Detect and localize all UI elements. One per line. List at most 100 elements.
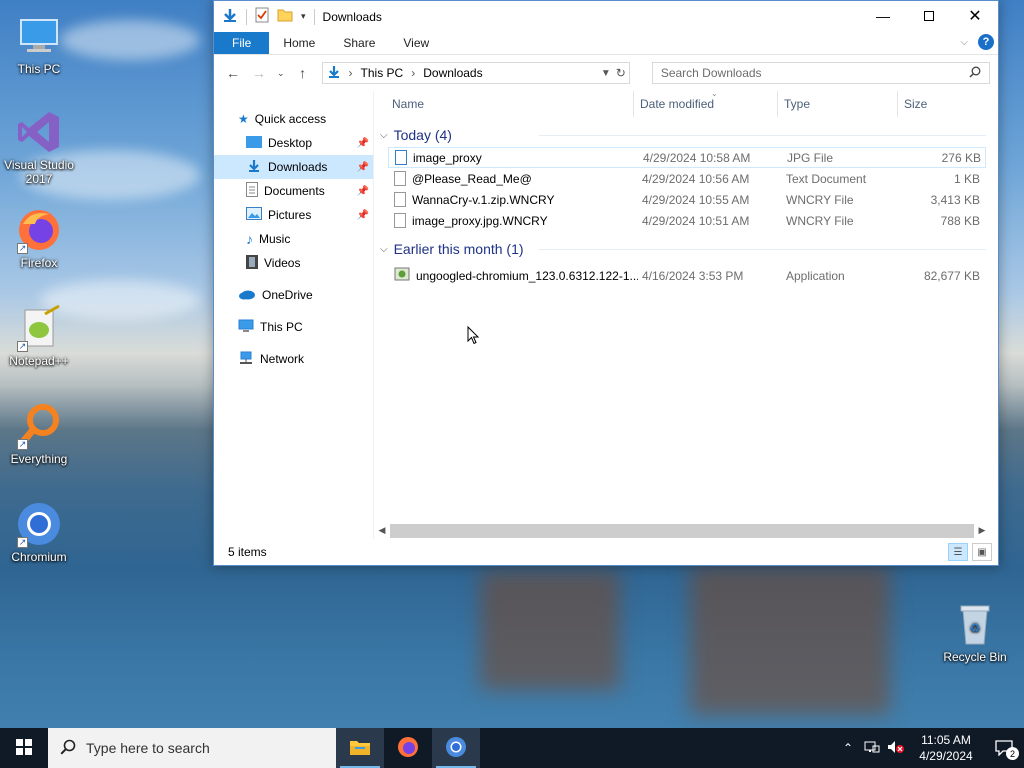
start-button[interactable] [0,728,48,768]
taskbar: Type here to search ⌃ 11:05 AM 4/29/2024… [0,728,1024,768]
scroll-right-icon[interactable]: ▶ [974,525,990,536]
nav-item-network[interactable]: Network [214,347,373,371]
taskbar-search-input[interactable]: Type here to search [86,740,210,756]
nav-item-downloads[interactable]: Downloads 📌 [214,155,373,179]
nav-item-videos[interactable]: Videos [214,251,373,275]
folder-icon [349,738,371,759]
desktop-icon-recycle-bin[interactable]: ♻ Recycle Bin [936,600,1014,664]
group-divider [539,135,986,136]
nav-item-pictures[interactable]: Pictures 📌 [214,203,373,227]
nav-item-onedrive[interactable]: OneDrive [214,283,373,307]
scrollbar-thumb[interactable] [390,523,974,538]
item-count: 5 items [228,545,267,559]
desktop-icon-firefox[interactable]: ↗ Firefox [0,206,78,270]
tab-file[interactable]: File [214,32,270,54]
column-header-type[interactable]: Type [778,91,898,117]
properties-icon[interactable] [255,7,269,26]
nav-item-label: This PC [260,320,303,334]
nav-item-label: Desktop [268,136,313,150]
desktop-icon-chromium[interactable]: ↗ Chromium [0,500,78,564]
show-hidden-icons-chevron-icon[interactable]: ⌃ [836,741,860,755]
tab-home[interactable]: Home [269,32,329,54]
file-type: JPG File [787,150,834,165]
column-header-size[interactable]: Size [898,91,978,117]
image-file-icon [395,150,407,165]
details-view-icon: ☰ [953,546,963,558]
tab-view[interactable]: View [389,32,443,54]
arrow-left-icon: ← [225,65,240,81]
nav-item-this-pc[interactable]: This PC [214,315,373,339]
shortcut-arrow-icon: ↗ [17,341,28,352]
desktop-icon-visual-studio[interactable]: Visual Studio 2017 [0,108,78,186]
desktop-icon-everything[interactable]: ↗ Everything [0,402,78,466]
generic-file-icon [394,192,406,207]
file-row[interactable]: image_proxy 4/29/2024 10:58 AM JPG File … [388,147,986,168]
network-icon[interactable] [860,740,884,757]
tab-share[interactable]: Share [329,32,389,54]
search-box[interactable]: Search Downloads [651,62,990,84]
shortcut-arrow-icon: ↗ [17,243,28,254]
large-icons-view-button[interactable]: ▣ [972,543,992,561]
file-size: 1 KB [953,171,980,186]
shortcut-arrow-icon: ↗ [17,439,28,450]
desktop-icon-label: Recycle Bin [943,650,1007,664]
help-icon[interactable]: ? [978,34,994,50]
nav-item-label: Videos [264,256,301,270]
search-input[interactable]: Search Downloads [661,66,762,80]
refresh-icon[interactable]: ↻ [616,66,626,80]
file-size: 82,677 KB [923,268,980,283]
title-bar[interactable]: ▾ Downloads — ✕ [214,1,998,32]
address-dropdown-chevron-icon[interactable]: ▼ [601,68,611,79]
nav-item-label: OneDrive [262,288,313,302]
scroll-left-icon[interactable]: ◀ [374,525,390,536]
pin-icon[interactable]: 📌 [357,138,369,149]
nav-item-documents[interactable]: Documents 📌 [214,179,373,203]
up-button[interactable]: ↑ [292,65,314,81]
horizontal-scrollbar[interactable]: ◀ ▶ [374,522,990,539]
file-row[interactable]: WannaCry-v.1.zip.WNCRY 4/29/2024 10:55 A… [388,189,986,210]
pin-icon[interactable]: 📌 [357,210,369,221]
group-header-today[interactable]: ⌵ Today (4) [374,123,998,147]
close-button[interactable]: ✕ [952,1,998,31]
nav-item-music[interactable]: ♪ Music [214,227,373,251]
action-center-button[interactable]: 2 [984,740,1024,760]
column-header-name[interactable]: Name [374,91,634,117]
nav-item-label: Documents [264,184,325,198]
nav-item-quick-access[interactable]: ★ Quick access [214,107,373,131]
view-switcher: ☰ ▣ [948,543,992,561]
column-header-date-modified[interactable]: Date modified [634,91,778,117]
ribbon-right-controls: ⌵ ? [960,34,994,50]
expand-ribbon-chevron-icon[interactable]: ⌵ [960,37,968,48]
customize-toolbar-chevron-icon[interactable]: ▾ [301,11,306,22]
breadcrumb-this-pc[interactable]: This PC [361,66,404,80]
address-bar[interactable]: › This PC › Downloads ▼ ↻ [321,62,630,84]
breadcrumb-downloads[interactable]: Downloads [423,66,482,80]
new-folder-icon[interactable] [277,8,293,25]
maximize-button[interactable] [906,1,952,31]
back-button[interactable]: ← [222,65,244,81]
file-row[interactable]: image_proxy.jpg.WNCRY 4/29/2024 10:51 AM… [388,210,986,231]
details-view-button[interactable]: ☰ [948,543,968,561]
minimize-button[interactable]: — [860,1,906,31]
windows-logo-icon [16,738,32,758]
file-row[interactable]: ungoogled-chromium_123.0.6312.122-1.... … [388,265,986,286]
taskbar-clock[interactable]: 11:05 AM 4/29/2024 [908,732,984,764]
taskbar-chromium[interactable] [432,728,480,768]
forward-button[interactable]: → [248,65,270,81]
notification-count: 2 [1006,747,1019,760]
recent-locations-button[interactable]: ⌄ [274,68,288,79]
file-row[interactable]: @Please_Read_Me@ 4/29/2024 10:56 AM Text… [388,168,986,189]
pin-icon[interactable]: 📌 [357,186,369,197]
nav-item-desktop[interactable]: Desktop 📌 [214,131,373,155]
taskbar-search-box[interactable]: Type here to search [48,728,336,768]
pin-icon[interactable]: 📌 [357,162,369,173]
volume-muted-icon[interactable] [884,740,908,757]
taskbar-file-explorer[interactable] [336,728,384,768]
desktop-icon-notepad-plus-plus[interactable]: ↗ Notepad++ [0,304,78,368]
desktop-icon-this-pc[interactable]: This PC [0,12,78,76]
group-header-earlier-this-month[interactable]: ⌵ Earlier this month (1) [374,237,998,261]
status-bar: 5 items ☰ ▣ [214,539,998,565]
taskbar-firefox[interactable] [384,728,432,768]
network-icon [238,351,254,368]
